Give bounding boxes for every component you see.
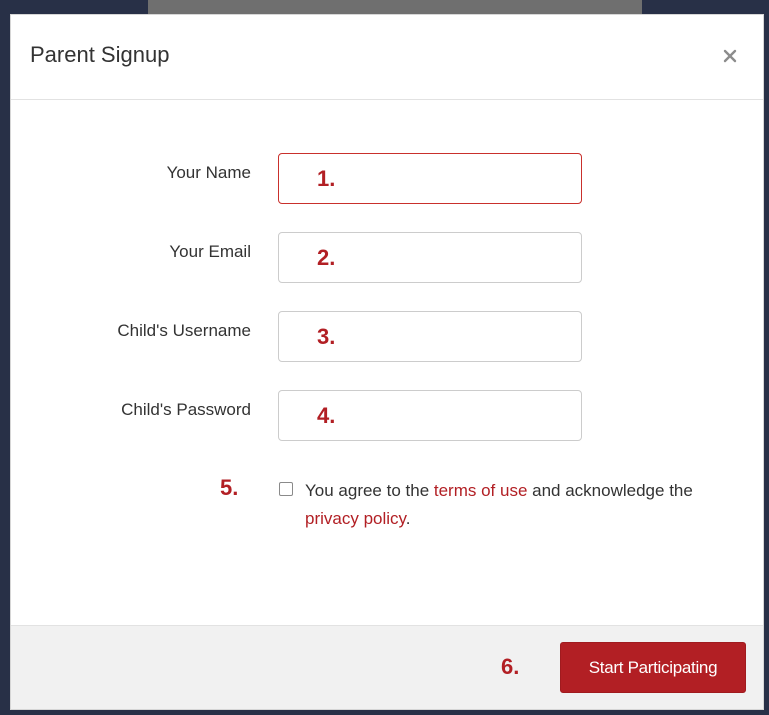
username-field-row: Child's Username 3. <box>11 311 763 363</box>
close-button[interactable] <box>721 47 739 65</box>
terms-text-before: You agree to the <box>305 481 434 500</box>
email-label: Your Email <box>169 242 251 261</box>
username-input[interactable]: 3. <box>278 311 582 362</box>
name-label: Your Name <box>166 163 251 182</box>
step-marker-2: 2. <box>317 245 336 270</box>
username-label: Child's Username <box>117 321 251 340</box>
privacy-policy-link[interactable]: privacy policy <box>305 509 406 528</box>
password-field-row: Child's Password 4. <box>11 390 763 442</box>
terms-text: You agree to the terms of use and acknow… <box>305 477 735 533</box>
email-field-row: Your Email 2. <box>11 232 763 284</box>
name-field-row: Your Name 1. <box>11 153 763 205</box>
terms-text-after: . <box>405 509 411 528</box>
start-participating-button[interactable]: Start Participating <box>560 642 746 693</box>
signup-modal: Parent Signup Your Name 1. Your Email 2.… <box>10 14 764 710</box>
modal-footer: 6. Start Participating <box>11 625 763 709</box>
step-marker-5: 5. <box>220 475 239 500</box>
close-icon <box>723 49 737 63</box>
name-input[interactable]: 1. <box>278 153 582 204</box>
step-marker-1: 1. <box>317 166 336 191</box>
modal-header: Parent Signup <box>11 15 763 100</box>
terms-text-middle: and acknowledge the <box>527 481 693 500</box>
background-page-strip <box>148 0 642 14</box>
email-input[interactable]: 2. <box>278 232 582 283</box>
terms-of-use-link[interactable]: terms of use <box>434 481 528 500</box>
terms-checkbox[interactable] <box>279 482 293 496</box>
step-marker-6: 6. <box>501 654 520 679</box>
modal-title: Parent Signup <box>30 42 170 67</box>
step-marker-3: 3. <box>317 324 336 349</box>
password-label: Child's Password <box>121 400 251 419</box>
password-input[interactable]: 4. <box>278 390 582 441</box>
step-marker-4: 4. <box>317 403 336 428</box>
